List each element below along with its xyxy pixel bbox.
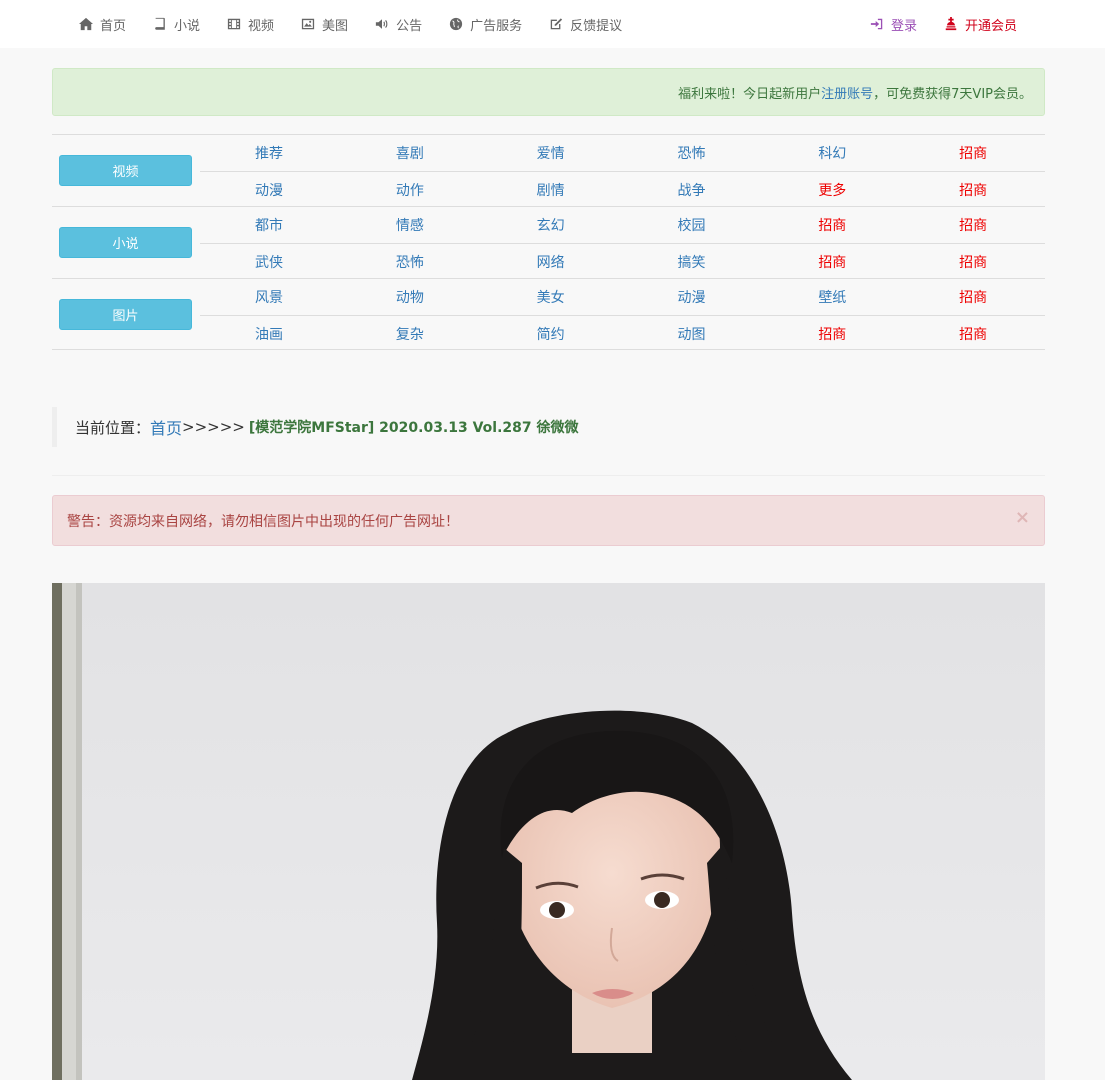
category-link[interactable]: 动物 — [341, 287, 482, 307]
nav-pictures-label: 美图 — [322, 18, 349, 34]
category-button[interactable]: 小说 — [59, 227, 192, 258]
category-link[interactable]: 油画 — [200, 324, 341, 344]
category-link[interactable]: 恐怖 — [622, 143, 763, 163]
nav-home-label: 首页 — [100, 18, 127, 34]
category-link[interactable]: 招商 — [904, 287, 1045, 307]
nav-home[interactable]: 首页 — [79, 15, 126, 34]
category-row: 都市 情感 玄幻 校园 招商 招商 — [200, 207, 1045, 243]
nav-video[interactable]: 视频 — [227, 15, 274, 34]
login-link[interactable]: 登录 — [870, 15, 917, 34]
breadcrumb-current-title: [模范学院MFStar] 2020.03.13 Vol.287 徐微微 — [248, 420, 579, 436]
home-icon — [79, 17, 93, 31]
category-row: 风景 动物 美女 动漫 壁纸 招商 — [200, 279, 1045, 315]
nav-left: 首页 小说 视频 美图 公告 广告服务 反馈提议 — [79, 0, 649, 48]
login-label: 登录 — [890, 18, 917, 34]
category-link[interactable]: 招商 — [904, 215, 1045, 235]
edit-icon — [550, 18, 563, 30]
category-link[interactable]: 战争 — [622, 180, 763, 200]
book-icon — [155, 17, 165, 30]
vip-label: 开通会员 — [964, 18, 1017, 34]
breadcrumb-label: 当前位置： — [75, 418, 151, 437]
category-group: 小说 都市 情感 玄幻 校园 招商 招商 武侠 恐怖 网络 搞笑 招商 招商 — [52, 206, 1045, 278]
category-group: 视频 推荐 喜剧 爱情 恐怖 科幻 招商 动漫 动作 剧情 战争 更多 招商 — [52, 134, 1045, 206]
category-group: 图片 风景 动物 美女 动漫 壁纸 招商 油画 复杂 简约 动图 招商 招商 — [52, 278, 1045, 350]
category-row: 武侠 恐怖 网络 搞笑 招商 招商 — [200, 243, 1045, 279]
warning-alert: 警告：资源均来自网络，请勿相信图片中出现的任何广告网址！ × — [52, 495, 1045, 546]
category-link[interactable]: 爱情 — [482, 143, 623, 163]
category-row: 推荐 喜剧 爱情 恐怖 科幻 招商 — [200, 135, 1045, 171]
category-link[interactable]: 更多 — [763, 180, 904, 200]
category-link[interactable]: 武侠 — [200, 252, 341, 272]
nav-announcement[interactable]: 公告 — [375, 15, 422, 34]
category-button[interactable]: 图片 — [59, 299, 192, 330]
crown-icon — [945, 17, 957, 31]
breadcrumb-home-link[interactable]: 首页 — [150, 415, 182, 439]
nav-pictures[interactable]: 美图 — [301, 15, 348, 34]
warning-text: 警告：资源均来自网络，请勿相信图片中出现的任何广告网址！ — [67, 513, 459, 530]
category-link[interactable]: 简约 — [482, 324, 623, 344]
category-link[interactable]: 招商 — [763, 324, 904, 344]
close-icon[interactable]: × — [1015, 507, 1030, 528]
nav-right: 登录 开通会员 — [843, 0, 1017, 48]
nav-novel-label: 小说 — [174, 18, 201, 34]
category-link[interactable]: 科幻 — [763, 143, 904, 163]
breadcrumb-separator: >>>>> — [182, 418, 245, 436]
category-link[interactable]: 动图 — [622, 324, 763, 344]
category-link[interactable]: 网络 — [482, 252, 623, 272]
category-link[interactable]: 招商 — [904, 143, 1045, 163]
category-link[interactable]: 招商 — [904, 252, 1045, 272]
notice-suffix: ，可免费获得7天VIP会员。 — [873, 86, 1032, 102]
category-link[interactable]: 壁纸 — [763, 287, 904, 307]
vip-link[interactable]: 开通会员 — [944, 15, 1017, 34]
nav-ad-service-label: 广告服务 — [470, 18, 523, 34]
category-link[interactable]: 玄幻 — [482, 215, 623, 235]
nav-novel[interactable]: 小说 — [153, 15, 200, 34]
category-button[interactable]: 视频 — [59, 155, 192, 186]
category-link[interactable]: 招商 — [904, 324, 1045, 344]
nav-feedback-label: 反馈提议 — [570, 18, 623, 34]
category-link[interactable]: 喜剧 — [341, 143, 482, 163]
nav-announcement-label: 公告 — [396, 18, 423, 34]
category-link[interactable]: 动漫 — [200, 180, 341, 200]
gallery-photo — [52, 583, 1045, 1080]
picture-icon — [301, 18, 315, 30]
category-link[interactable]: 动漫 — [622, 287, 763, 307]
portrait-image — [52, 583, 1045, 1080]
category-link[interactable]: 招商 — [904, 180, 1045, 200]
category-table: 视频 推荐 喜剧 爱情 恐怖 科幻 招商 动漫 动作 剧情 战争 更多 招商 小说 都市 情感 玄幻 校园 招商 招商… — [52, 134, 1045, 350]
film-icon — [227, 18, 241, 30]
category-link[interactable]: 美女 — [482, 287, 623, 307]
category-link[interactable]: 校园 — [622, 215, 763, 235]
notice-prefix: 福利来啦！今日起新用户 — [678, 86, 822, 102]
category-link[interactable]: 搞笑 — [622, 252, 763, 272]
globe-icon — [449, 17, 463, 31]
register-link[interactable]: 注册账号 — [821, 83, 873, 102]
category-link[interactable]: 情感 — [341, 215, 482, 235]
category-row: 油画 复杂 简约 动图 招商 招商 — [200, 315, 1045, 351]
divider — [52, 475, 1045, 476]
breadcrumb: 当前位置： 首页 >>>>> [模范学院MFStar] 2020.03.13 V… — [52, 407, 1045, 447]
category-link[interactable]: 招商 — [763, 215, 904, 235]
category-link[interactable]: 风景 — [200, 287, 341, 307]
category-link[interactable]: 复杂 — [341, 324, 482, 344]
nav-feedback[interactable]: 反馈提议 — [549, 15, 622, 34]
welfare-notice: 福利来啦！今日起新用户 注册账号 ，可免费获得7天VIP会员。 — [52, 68, 1045, 116]
nav-ad-service[interactable]: 广告服务 — [449, 15, 522, 34]
category-link[interactable]: 动作 — [341, 180, 482, 200]
top-navbar: 首页 小说 视频 美图 公告 广告服务 反馈提议 登录 开通会员 — [0, 0, 1105, 48]
category-link[interactable]: 推荐 — [200, 143, 341, 163]
speaker-icon — [375, 19, 388, 29]
category-link[interactable]: 招商 — [763, 252, 904, 272]
category-link[interactable]: 恐怖 — [341, 252, 482, 272]
category-link[interactable]: 剧情 — [482, 180, 623, 200]
category-row: 动漫 动作 剧情 战争 更多 招商 — [200, 171, 1045, 207]
nav-video-label: 视频 — [248, 18, 275, 34]
category-link[interactable]: 都市 — [200, 215, 341, 235]
login-icon — [870, 18, 883, 30]
